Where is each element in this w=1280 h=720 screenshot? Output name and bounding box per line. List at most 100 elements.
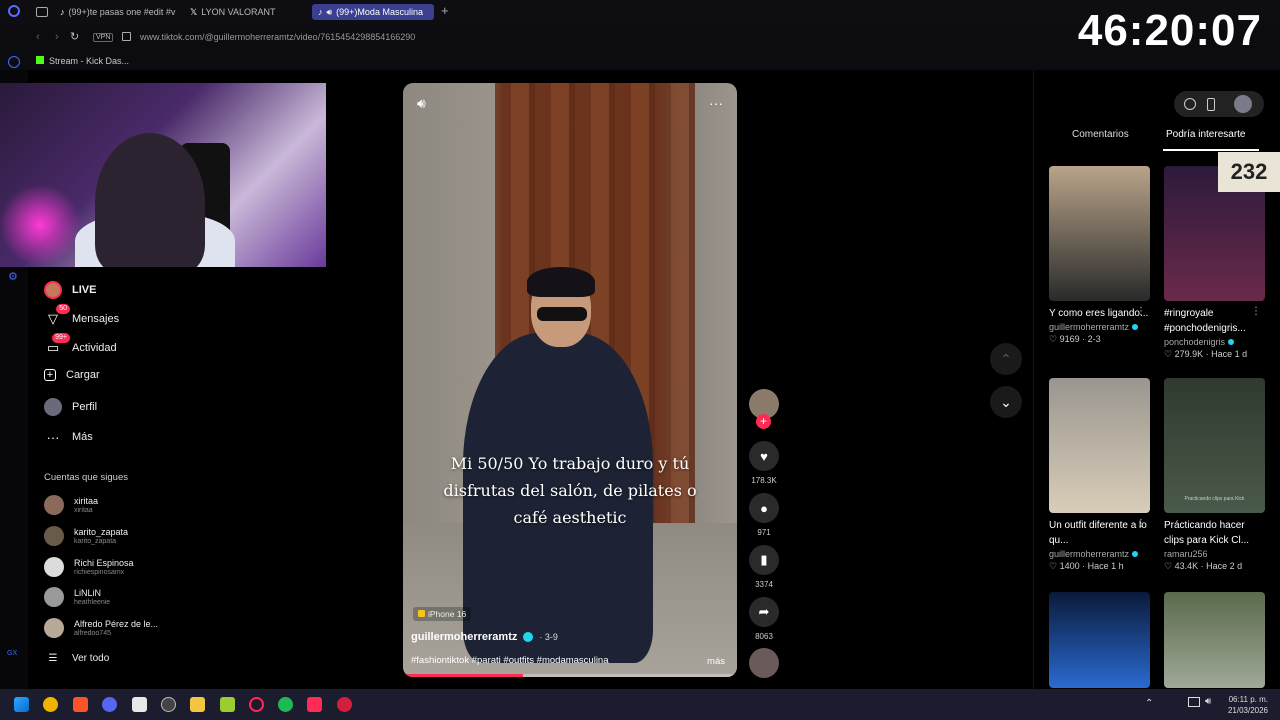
author-name: guillermoherreramtz <box>411 631 518 643</box>
sidebar-item-label: Mensajes <box>72 313 120 325</box>
sidebar-item-cargar[interactable]: + Cargar <box>44 369 100 381</box>
tab-overview-icon[interactable] <box>36 7 48 17</box>
following-item[interactable]: xiritaa xiritaa <box>44 495 98 515</box>
tab-tiktok-moda[interactable]: ♪ 🔊︎ (99+)Moda Masculina <box>312 4 434 20</box>
url-field[interactable]: www.tiktok.com/@guillermoherreramtz/vide… <box>140 32 415 42</box>
like-button[interactable]: ♥ 178.3K <box>748 441 780 485</box>
brave-icon[interactable] <box>73 697 88 712</box>
stream-timer: 46:20:07 <box>1077 6 1262 55</box>
coin-app-icon[interactable] <box>43 697 58 712</box>
card-more-icon[interactable]: ⋮ <box>1251 306 1261 317</box>
suggested-video-card[interactable]: Y como eres ligando... ⋮ guillermoherrer… <box>1049 166 1150 345</box>
following-name: karito_zapata <box>74 526 129 537</box>
spotify-icon[interactable] <box>278 697 293 712</box>
sidebar-item-label: Cargar <box>66 369 100 381</box>
card-stats: ♡ 279.9K · Hace 1 d <box>1164 349 1248 359</box>
gamepad-icon[interactable] <box>220 697 235 712</box>
compass-icon[interactable] <box>1184 98 1196 110</box>
verified-icon <box>523 632 534 642</box>
video-thumbnail: Practicando clips para Kick <box>1164 378 1265 513</box>
card-more-icon[interactable]: ⋮ <box>1136 518 1146 529</box>
card-username: ramaru256 <box>1164 549 1208 559</box>
tiktok-live-icon[interactable] <box>337 697 352 712</box>
camera-icon <box>418 610 425 617</box>
activity-badge: 99+ <box>52 333 70 343</box>
file-explorer-icon[interactable] <box>190 697 205 712</box>
tray-chevron-icon[interactable]: ⌃ <box>1145 698 1153 709</box>
sidebar-item-mensajes[interactable]: ▽ 50 Mensajes <box>44 304 120 328</box>
tab-podria-interesarte[interactable]: Podría interesarte <box>1166 129 1246 140</box>
card-more-icon[interactable]: ⋮ <box>1136 306 1146 317</box>
sidebar-item-perfil[interactable]: Perfil <box>44 398 97 416</box>
system-clock[interactable]: 06:11 p. m. 21/03/2026 <box>1228 694 1268 716</box>
video-player[interactable]: 🔊︎ ··· Mi 50/50 Yo trabajo duro y tú dis… <box>403 83 737 677</box>
video-progress[interactable] <box>403 674 737 677</box>
comment-count: 971 <box>757 528 771 537</box>
comment-button[interactable]: ● 971 <box>748 493 780 537</box>
save-button[interactable]: ▮ 3374 <box>748 545 780 589</box>
thumbnail-caption: Practicando clips para Kick <box>1184 496 1245 502</box>
bookmark-kick[interactable]: Stream - Kick Das... <box>49 56 129 66</box>
next-video-button[interactable]: ⌄ <box>990 386 1022 418</box>
tab-x-lyon[interactable]: 𝕏 LYON VALORANT <box>190 4 306 20</box>
forward-icon[interactable]: › <box>55 31 59 43</box>
windows-taskbar: ⌃ 🔊︎ 06:11 p. m. 21/03/2026 <box>0 689 1280 720</box>
previous-video-button[interactable]: ⌃ <box>990 343 1022 375</box>
opera-gx-icon[interactable] <box>249 697 264 712</box>
settings-icon[interactable]: ⚙ <box>8 270 18 283</box>
following-item[interactable]: karito_zapata karito_zapata <box>44 526 128 546</box>
following-handle: richiespinosamx <box>74 568 125 576</box>
new-tab-button[interactable]: + <box>441 3 449 18</box>
suggested-video-card[interactable]: #ringroyale #ponchodenigris... ⋮ ponchod… <box>1164 166 1265 360</box>
volume-icon[interactable]: 🔊︎ <box>417 95 426 112</box>
share-button[interactable]: ➦ 8063 <box>748 597 780 641</box>
speed-dial-icon[interactable] <box>8 56 20 68</box>
following-item[interactable]: Alfredo Pérez de le... alfredoo745 <box>44 618 158 638</box>
see-all-link[interactable]: ☰ Ver todo <box>44 653 110 664</box>
sidebar-item-label: Actividad <box>72 342 117 354</box>
following-name: xiritaa <box>74 495 99 506</box>
following-item[interactable]: LiNLiN heathleenie <box>44 587 110 607</box>
sidebar-item-actividad[interactable]: ▭ 99+ Actividad <box>44 333 117 357</box>
phone-icon[interactable] <box>1207 98 1215 111</box>
following-item[interactable]: Richi Espinosa richiespinosamx <box>44 557 134 577</box>
obs-icon[interactable] <box>161 697 176 712</box>
user-avatar[interactable] <box>1234 95 1252 113</box>
sidebar-item-mas[interactable]: ··· Más <box>44 428 93 446</box>
video-hashtags[interactable]: #fashiontiktok #parati #outfits #modamas… <box>411 655 609 666</box>
opera-logo-icon[interactable] <box>8 5 20 17</box>
volume-tray-icon[interactable]: 🔊︎ <box>1205 696 1211 707</box>
suggested-video-card[interactable]: Un outfit diferente a lo qu... ⋮ guiller… <box>1049 378 1150 572</box>
card-user[interactable]: guillermoherreramtz <box>1049 549 1150 559</box>
video-author[interactable]: guillermoherreramtz · 3-9 <box>411 631 558 643</box>
tab-comentarios[interactable]: Comentarios <box>1072 129 1129 140</box>
suggested-video-card[interactable]: Practicando clips para Kick Prácticando … <box>1164 378 1265 572</box>
gx-icon[interactable]: GX <box>7 650 17 657</box>
card-stats: ♡ 43.4K · Hace 2 d <box>1164 561 1243 571</box>
video-thumbnail <box>1164 592 1265 688</box>
card-user[interactable]: ponchodenigris <box>1164 337 1265 347</box>
sound-avatar-button[interactable] <box>748 648 780 678</box>
windows-start-icon[interactable] <box>14 697 29 712</box>
suggested-video-card[interactable] <box>1164 592 1265 688</box>
discord-icon[interactable] <box>102 697 117 712</box>
tiktok-app-icon[interactable] <box>307 697 322 712</box>
back-icon[interactable]: ‹ <box>36 31 40 43</box>
tab-tiktok-edit[interactable]: ♪ (99+)te pasas one #edit #v <box>60 4 176 20</box>
follow-plus-button[interactable]: + <box>756 414 771 429</box>
following-name: Alfredo Pérez de le... <box>74 618 159 629</box>
store-icon[interactable] <box>132 697 147 712</box>
sidebar-item-live[interactable]: LIVE <box>44 281 96 299</box>
right-toolbar <box>1174 91 1264 117</box>
bookmark-icon: ▮ <box>749 545 779 575</box>
message-badge: 50 <box>56 304 70 314</box>
more-link[interactable]: más <box>707 656 725 667</box>
suggested-video-card[interactable] <box>1049 592 1150 688</box>
reload-icon[interactable]: ↻ <box>70 30 79 43</box>
card-user[interactable]: ramaru256 <box>1164 549 1265 559</box>
vpn-badge[interactable]: VPN <box>93 33 114 42</box>
following-handle: alfredoo745 <box>74 629 111 637</box>
network-icon[interactable] <box>1188 697 1200 707</box>
more-options-icon[interactable]: ··· <box>709 95 723 111</box>
card-user[interactable]: guillermoherreramtz <box>1049 322 1150 332</box>
